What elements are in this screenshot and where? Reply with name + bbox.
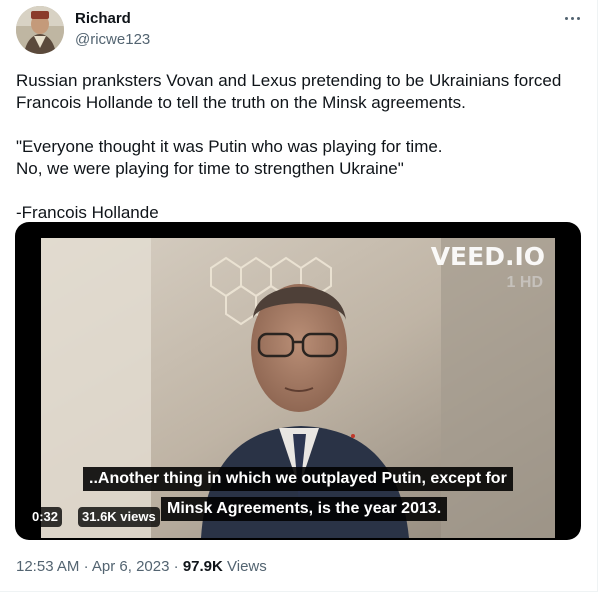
video-duration-badge: 0:32 [28, 507, 63, 527]
video-frame[interactable]: VEED.IO 1 HD [41, 238, 555, 538]
video-views-badge: 31.6K views [78, 507, 160, 527]
view-count: 97.9K [182, 558, 223, 575]
video-still [41, 238, 555, 538]
tweet-line: "Everyone thought it was Putin who was p… [16, 137, 443, 156]
tweet-line: -Francois Hollande [16, 203, 159, 222]
meta-separator: · [173, 558, 179, 575]
tweet-line: Francois Hollande to tell the truth on t… [16, 93, 466, 112]
tweet-card: Richard @ricwe123 Russian pranksters Vov… [0, 0, 598, 592]
avatar[interactable] [16, 6, 64, 54]
author-handle[interactable]: @ricwe123 [75, 31, 150, 49]
tweet-meta: 12:53 AM · Apr 6, 2023 · 97.9K Views [16, 557, 267, 577]
tweet-line: Russian pranksters Vovan and Lexus prete… [16, 71, 562, 90]
tweet-text: Russian pranksters Vovan and Lexus prete… [16, 70, 586, 224]
more-horizontal-icon[interactable] [560, 8, 584, 28]
views-label: Views [227, 558, 267, 575]
subtitle-line: Minsk Agreements, is the year 2013. [161, 497, 448, 521]
video-player[interactable]: VEED.IO 1 HD ..Another thing in which we… [15, 222, 581, 540]
subtitle-line: ..Another thing in which we outplayed Pu… [83, 467, 513, 491]
tweet-line: No, we were playing for time to strength… [16, 159, 404, 178]
meta-separator: · [83, 558, 89, 575]
author-name[interactable]: Richard [75, 10, 131, 28]
channel-logo: 1 HD [506, 274, 543, 291]
tweet-date[interactable]: Apr 6, 2023 [92, 558, 170, 575]
tweet-time[interactable]: 12:53 AM [16, 558, 79, 575]
veed-watermark: VEED.IO [430, 242, 545, 271]
